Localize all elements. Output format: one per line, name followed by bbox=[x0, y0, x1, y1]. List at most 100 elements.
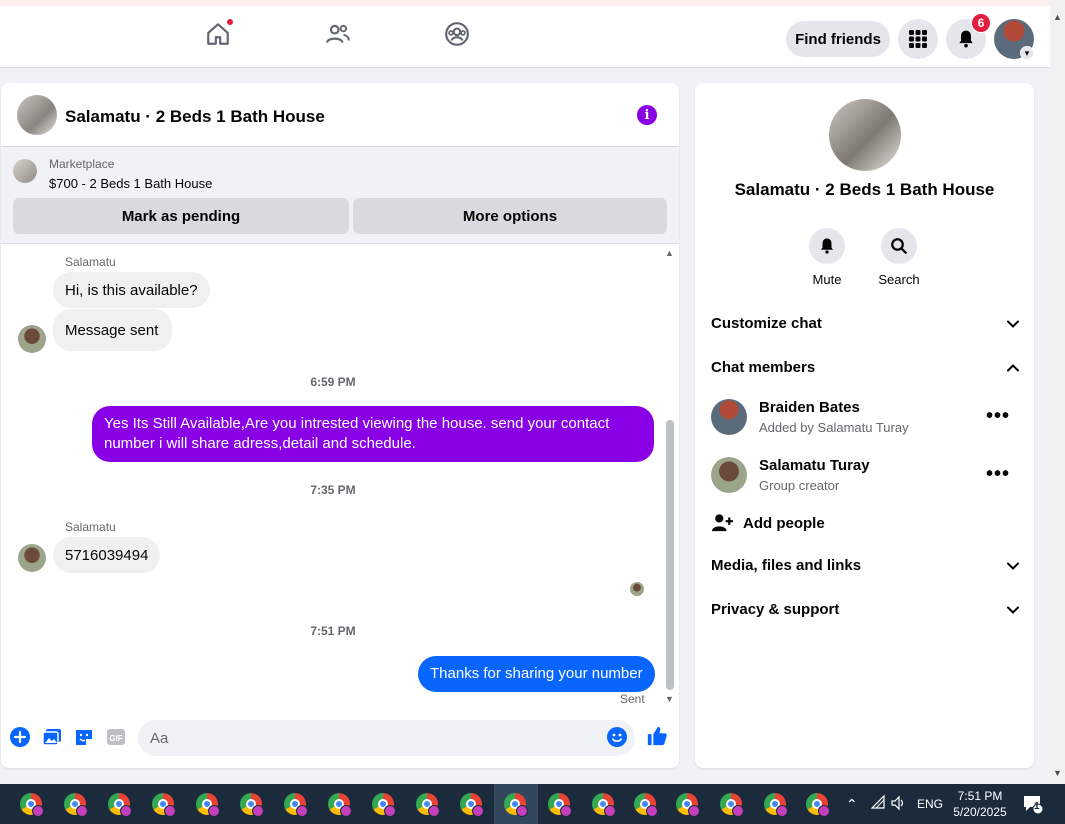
search-button[interactable]: Search bbox=[869, 228, 929, 287]
like-icon[interactable] bbox=[645, 724, 669, 748]
customize-chat-section[interactable]: Customize chat bbox=[711, 315, 1020, 332]
member-row[interactable]: Salamatu Turay Group creator ••• bbox=[711, 457, 1020, 497]
privacy-support-section[interactable]: Privacy & support bbox=[711, 601, 1020, 618]
find-friends-button[interactable]: Find friends bbox=[786, 21, 890, 57]
incoming-message[interactable]: 5716039494 bbox=[53, 537, 161, 573]
chrome-taskbar-icon[interactable] bbox=[150, 791, 178, 819]
chevron-down-icon bbox=[1007, 562, 1019, 570]
chrome-taskbar-icon[interactable] bbox=[106, 791, 134, 819]
notification-center-count: 1 bbox=[1034, 801, 1040, 812]
add-person-icon bbox=[712, 514, 733, 532]
chat-members-section[interactable]: Chat members bbox=[711, 359, 1020, 376]
search-icon bbox=[891, 238, 907, 254]
home-icon[interactable] bbox=[204, 18, 234, 48]
member-avatar[interactable] bbox=[711, 399, 747, 435]
chrome-taskbar-icon[interactable] bbox=[804, 791, 832, 819]
chrome-taskbar-icon[interactable] bbox=[370, 791, 398, 819]
mute-button[interactable]: Mute bbox=[797, 228, 857, 287]
chrome-taskbar-icon[interactable] bbox=[194, 791, 222, 819]
add-people-label: Add people bbox=[743, 514, 825, 532]
chrome-taskbar-icon[interactable] bbox=[458, 791, 486, 819]
scroll-up-arrow-icon[interactable]: ▲ bbox=[1053, 12, 1062, 22]
sticker-icon[interactable] bbox=[73, 726, 95, 748]
system-clock[interactable]: 7:51 PM 5/20/2025 bbox=[952, 788, 1008, 820]
chat-panel: Salamatu · 2 Beds 1 Bath House i Marketp… bbox=[1, 83, 679, 768]
outgoing-message[interactable]: Yes Its Still Available,Are you intreste… bbox=[92, 406, 654, 462]
sender-name: Salamatu bbox=[65, 520, 116, 534]
scroll-down-arrow-icon[interactable]: ▼ bbox=[1053, 768, 1062, 778]
gif-icon[interactable]: GIF bbox=[105, 726, 127, 748]
info-icon[interactable]: i bbox=[637, 105, 657, 125]
chrome-taskbar-icon[interactable] bbox=[18, 791, 46, 819]
chrome-taskbar-icon[interactable] bbox=[674, 791, 702, 819]
chrome-taskbar-icon[interactable] bbox=[546, 791, 574, 819]
conversation-avatar[interactable] bbox=[829, 99, 901, 171]
add-people-button[interactable]: Add people bbox=[711, 513, 825, 533]
chevron-down-icon[interactable]: ▾ bbox=[1020, 46, 1034, 60]
member-avatar[interactable] bbox=[711, 457, 747, 493]
message-scrollbar[interactable]: ▲ ▼ bbox=[664, 244, 676, 709]
marketplace-label: Marketplace bbox=[49, 157, 115, 171]
message-composer: GIF bbox=[1, 709, 679, 768]
bell-icon bbox=[959, 30, 973, 48]
menu-grid-button[interactable] bbox=[898, 19, 938, 59]
chevron-down-icon bbox=[1007, 606, 1019, 614]
svg-text:GIF: GIF bbox=[109, 734, 122, 743]
chrome-taskbar-icon[interactable] bbox=[62, 791, 90, 819]
chrome-taskbar-icon[interactable] bbox=[718, 791, 746, 819]
timestamp: 7:51 PM bbox=[310, 624, 356, 638]
chrome-taskbar-icon[interactable] bbox=[632, 791, 660, 819]
message-status: Sent bbox=[620, 692, 645, 706]
mark-as-pending-button[interactable]: Mark as pending bbox=[13, 198, 349, 234]
chevron-down-icon bbox=[1007, 320, 1019, 328]
media-files-section[interactable]: Media, files and links bbox=[711, 557, 1020, 574]
timestamp: 6:59 PM bbox=[310, 375, 356, 389]
outgoing-message[interactable]: Thanks for sharing your number bbox=[418, 656, 655, 692]
media-files-label: Media, files and links bbox=[711, 557, 862, 574]
notification-center-icon[interactable]: 1 bbox=[1022, 794, 1044, 817]
chrome-taskbar-icon[interactable] bbox=[762, 791, 790, 819]
privacy-support-label: Privacy & support bbox=[711, 601, 840, 618]
incoming-message[interactable]: Hi, is this available? bbox=[53, 272, 210, 308]
emoji-icon[interactable] bbox=[606, 726, 628, 748]
member-row[interactable]: Braiden Bates Added by Salamatu Turay ••… bbox=[711, 399, 1020, 439]
chevron-up-icon[interactable]: ⌃ bbox=[846, 796, 858, 813]
chrome-taskbar-icon[interactable] bbox=[414, 791, 442, 819]
incoming-message[interactable]: Message sent bbox=[53, 309, 173, 351]
scrollbar-thumb[interactable] bbox=[666, 420, 674, 690]
more-options-icon[interactable]: ••• bbox=[986, 463, 1010, 486]
sender-avatar[interactable] bbox=[18, 325, 46, 353]
top-navigation-bar: Find friends 6 ▾ bbox=[0, 6, 1050, 68]
sender-avatar[interactable] bbox=[18, 544, 46, 572]
wifi-icon[interactable] bbox=[870, 794, 886, 813]
scroll-down-arrow-icon[interactable]: ▼ bbox=[665, 694, 674, 704]
member-role: Group creator bbox=[759, 478, 840, 493]
timestamp: 7:35 PM bbox=[310, 483, 356, 497]
groups-icon[interactable] bbox=[443, 20, 471, 48]
listing-thumbnail[interactable] bbox=[13, 159, 37, 183]
chrome-taskbar-icon[interactable] bbox=[590, 791, 618, 819]
friends-icon[interactable] bbox=[324, 20, 352, 48]
notification-count-badge: 6 bbox=[971, 13, 991, 33]
chrome-taskbar-icon[interactable] bbox=[326, 791, 354, 819]
chrome-taskbar-icon[interactable] bbox=[282, 791, 310, 819]
photo-icon[interactable] bbox=[41, 726, 63, 748]
more-options-button[interactable]: More options bbox=[353, 198, 667, 234]
chat-header: Salamatu · 2 Beds 1 Bath House i bbox=[1, 83, 679, 147]
windows-taskbar: ⌃ ENG 7:51 PM 5/20/2025 1 bbox=[0, 784, 1065, 824]
chrome-taskbar-icon[interactable] bbox=[238, 791, 266, 819]
conversation-info-panel: Salamatu · 2 Beds 1 Bath House Mute Sear… bbox=[695, 83, 1034, 768]
chat-title[interactable]: Salamatu · 2 Beds 1 Bath House bbox=[65, 107, 325, 127]
message-input[interactable] bbox=[138, 720, 635, 756]
plus-icon[interactable] bbox=[9, 726, 31, 748]
volume-icon[interactable] bbox=[890, 795, 906, 814]
customize-chat-label: Customize chat bbox=[711, 315, 822, 332]
language-indicator[interactable]: ENG bbox=[917, 797, 943, 811]
listing-price[interactable]: $700 - 2 Beds 1 Bath House bbox=[49, 176, 212, 191]
window-scrollbar[interactable]: ▲ ▼ bbox=[1050, 0, 1065, 784]
listing-avatar[interactable] bbox=[17, 95, 57, 135]
scroll-up-arrow-icon[interactable]: ▲ bbox=[665, 248, 674, 258]
chevron-up-icon bbox=[1007, 363, 1019, 371]
more-options-icon[interactable]: ••• bbox=[986, 405, 1010, 428]
chrome-taskbar-icon[interactable] bbox=[502, 791, 530, 819]
